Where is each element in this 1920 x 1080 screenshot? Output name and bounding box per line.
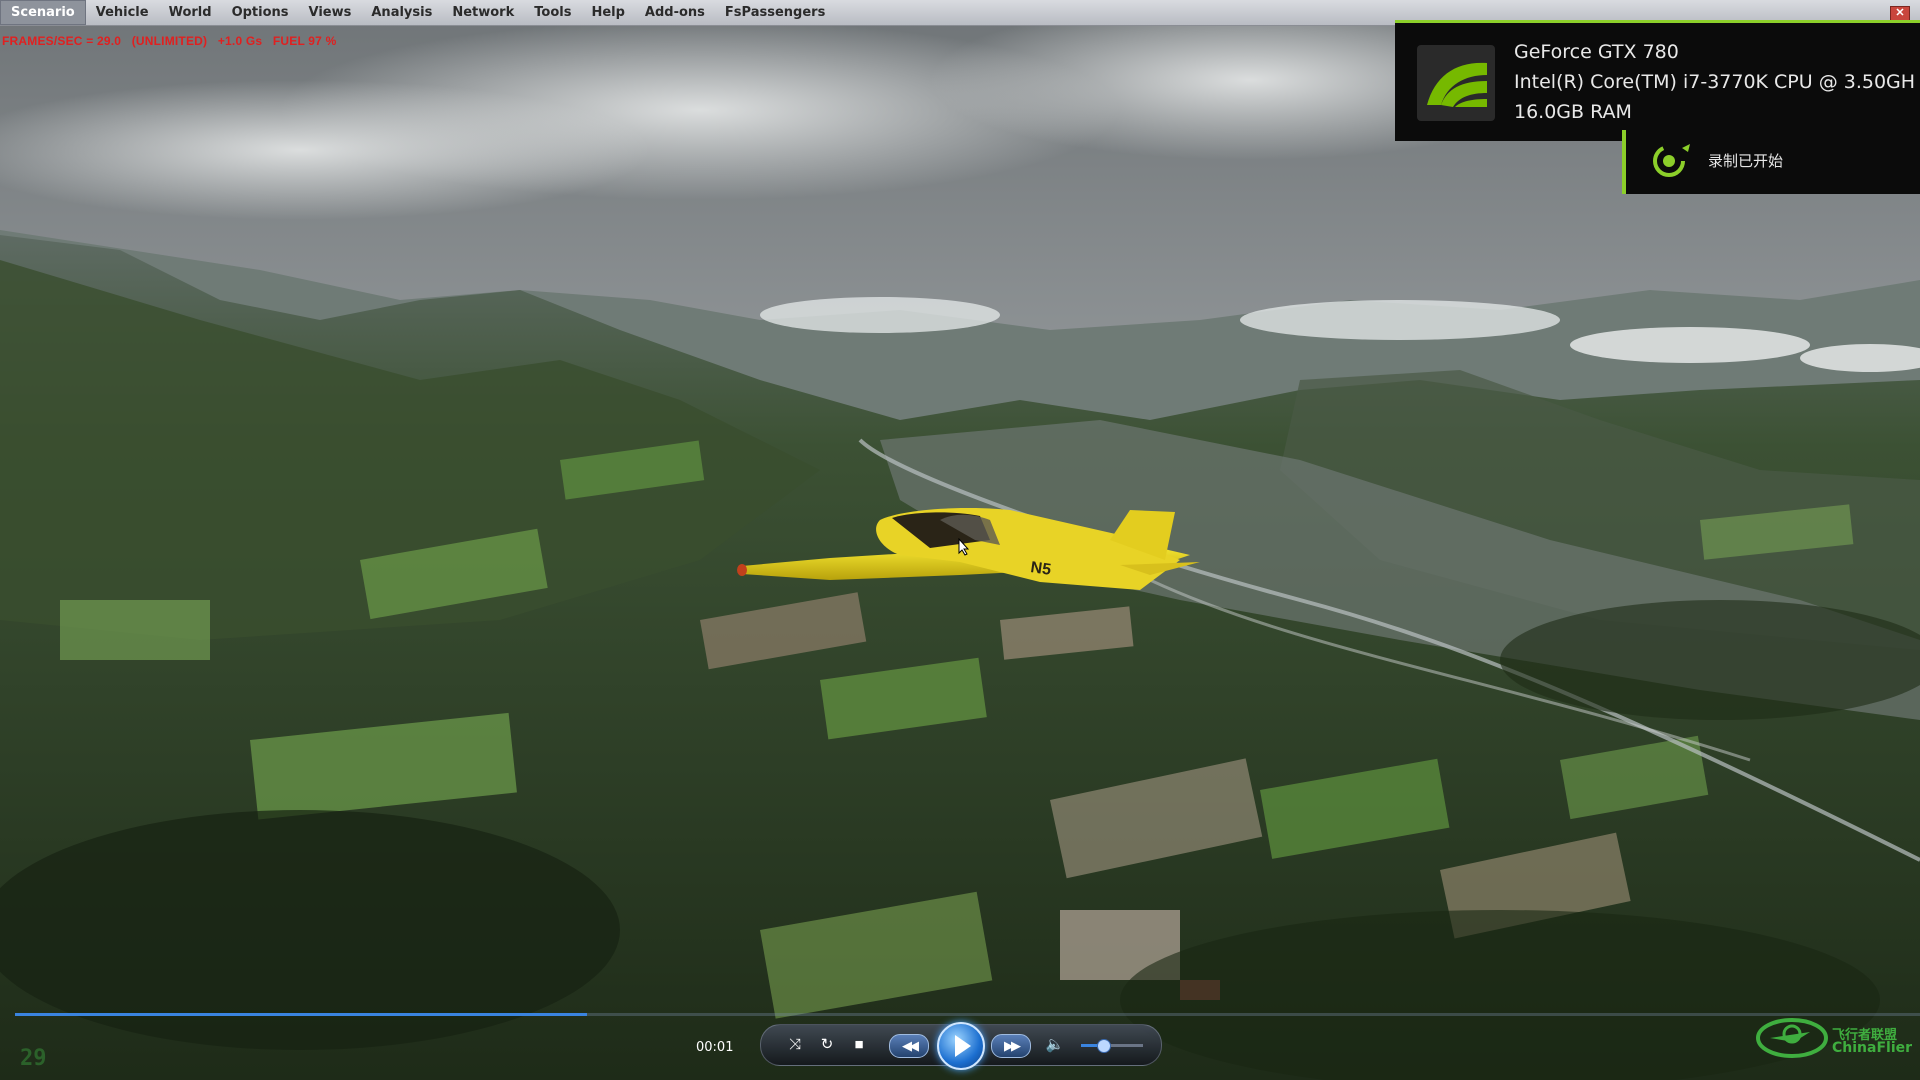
menu-vehicle[interactable]: Vehicle: [86, 0, 159, 25]
seek-bar[interactable]: [15, 1013, 1920, 1016]
seek-bar-fill: [15, 1013, 587, 1016]
ram-amount: 16.0GB RAM: [1514, 101, 1632, 123]
play-icon[interactable]: [937, 1022, 985, 1070]
menu-views[interactable]: Views: [299, 0, 362, 25]
fps-counter: 29: [20, 1046, 47, 1071]
repeat-icon[interactable]: ↻: [815, 1033, 839, 1057]
rewind-icon[interactable]: ◀◀: [889, 1034, 929, 1058]
volume-icon[interactable]: 🔈: [1043, 1033, 1067, 1057]
fast-forward-icon[interactable]: ▶▶: [991, 1034, 1031, 1058]
menu-tools[interactable]: Tools: [524, 0, 581, 25]
menu-fspassengers[interactable]: FsPassengers: [715, 0, 835, 25]
shuffle-icon[interactable]: ⤨: [783, 1033, 807, 1057]
volume-slider[interactable]: [1081, 1039, 1143, 1053]
menu-addons[interactable]: Add-ons: [635, 0, 715, 25]
aircraft-registration: N5: [1029, 559, 1052, 579]
menu-world[interactable]: World: [159, 0, 222, 25]
player-controls: ⤨ ↻ ■ ◀◀ ▶▶ 🔈: [760, 1022, 1162, 1070]
frame-rate-status: FRAMES/SEC = 29.0 (UNLIMITED) +1.0 Gs FU…: [2, 34, 337, 48]
volume-slider-handle[interactable]: [1096, 1039, 1111, 1053]
mouse-cursor-icon: [958, 538, 970, 556]
nvidia-logo-icon: [1417, 45, 1495, 121]
cpu-name: Intel(R) Core(TM) i7-3770K CPU @ 3.50GH: [1514, 71, 1916, 93]
menu-network[interactable]: Network: [442, 0, 524, 25]
watermark-english: ChinaFlier: [1832, 1040, 1913, 1056]
stop-icon[interactable]: ■: [847, 1033, 871, 1057]
gpu-info-overlay: GeForce GTX 780 Intel(R) Core(TM) i7-377…: [1395, 20, 1920, 141]
recording-notice: 录制已开始: [1622, 130, 1920, 194]
menu-options[interactable]: Options: [222, 0, 299, 25]
menu-help[interactable]: Help: [581, 0, 634, 25]
close-icon[interactable]: ✕: [1890, 6, 1910, 21]
record-icon: [1653, 144, 1690, 177]
elapsed-time: 00:01: [696, 1040, 734, 1055]
menu-analysis[interactable]: Analysis: [361, 0, 442, 25]
gpu-name: GeForce GTX 780: [1514, 41, 1679, 63]
menu-scenario[interactable]: Scenario: [0, 0, 86, 25]
recording-started-label: 录制已开始: [1708, 152, 1784, 170]
